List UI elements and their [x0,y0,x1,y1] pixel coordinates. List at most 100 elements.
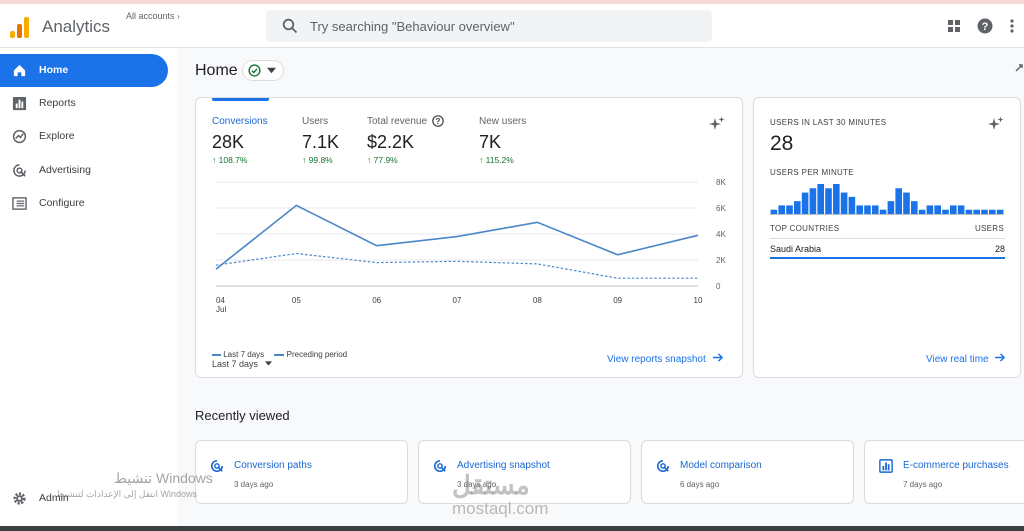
view-real-time-link[interactable]: View real time [926,353,1006,365]
date-range-dropdown[interactable]: Last 7 days [212,353,273,369]
accounts-label: All accounts [126,11,175,21]
advertising-icon [657,459,670,472]
per-minute-bar [856,205,863,214]
line-chart[interactable]: 8K 6K 4K 2K 0 04 05 06 07 08 09 10 Jul [196,174,744,346]
per-minute-bar [934,205,941,214]
metric-label: Users [302,116,329,127]
metric-change-value: 99.8% [308,155,333,165]
search-input[interactable]: Try searching "Behaviour overview" [310,19,515,34]
x-tick-label: 04 [216,296,225,305]
analytics-logo-icon[interactable] [10,16,32,38]
per-minute-bar [879,209,887,214]
x-tick-label: 09 [613,296,622,305]
advertising-icon [13,164,26,177]
arrow-up-icon: ↑ [302,155,309,165]
per-minute-bar [809,188,817,214]
recent-item-time: 6 days ago [680,480,720,489]
y-tick-label: 8K [716,178,726,187]
sidebar-item-advertising[interactable]: Advertising [0,154,168,187]
expand-icon[interactable] [1014,63,1024,73]
recent-item-name: Model comparison [680,460,762,471]
overview-card: Conversions 28K ↑ 108.7% Users 7.1K ↑ 99… [195,97,743,378]
caret-down-icon [265,361,273,366]
sidebar-item-label: Home [39,64,69,76]
svg-text:?: ? [436,117,441,126]
sidebar-item-label: Configure [39,197,85,209]
users-header: USERS [974,224,1004,233]
mostaql-watermark-url: mostaql.com [452,499,549,518]
x-tick-label: 08 [533,296,542,305]
help-icon[interactable]: ? [977,18,993,34]
arrow-up-icon: ↑ [212,155,219,165]
per-minute-bar [989,209,996,214]
link-label: View reports snapshot [607,354,706,365]
insights-sparkle-icon[interactable] [709,116,725,132]
arrow-right-icon [995,353,1006,362]
top-header: Analytics All accounts › Try searching "… [0,4,1024,48]
legend-dashed-swatch [274,353,285,356]
recent-card-model-comparison[interactable]: Model comparison 6 days ago [641,440,854,504]
arrow-up-icon: ↑ [479,155,486,165]
per-minute-bar [825,188,832,214]
metric-change-value: 77.9% [373,155,398,165]
recent-card-ecommerce-purchases[interactable]: E-commerce purchases 7 days ago [864,440,1024,504]
mostaql-watermark-arabic: مستقل [452,470,530,500]
users-per-minute-chart[interactable] [770,184,1004,216]
top-countries-header: TOP COUNTRIES [770,224,840,233]
app-title[interactable]: Analytics [42,17,110,37]
bar-chart-icon [879,459,893,473]
x-tick-label: 06 [372,296,381,305]
windows-activation-subtitle: انتقل إلى الإعدادات لتنشيط Windows [56,489,198,499]
y-tick-label: 2K [716,256,726,265]
country-row[interactable]: Saudi Arabia 28 [770,239,1005,259]
sidebar-item-reports[interactable]: Reports [0,87,168,120]
legend-item-preceding-period: Preceding period [286,350,348,359]
country-users: 28 [994,244,1005,254]
y-tick-label: 4K [716,230,726,239]
recent-card-conversion-paths[interactable]: Conversion paths 3 days ago [195,440,408,504]
realtime-card: USERS IN LAST 30 MINUTES 28 USERS PER MI… [753,97,1021,378]
metric-label: Total revenue [367,116,428,127]
per-minute-bar [942,209,949,214]
view-reports-snapshot-link[interactable]: View reports snapshot [607,353,724,365]
realtime-title: USERS IN LAST 30 MINUTES [770,118,887,127]
sidebar-item-label: Reports [39,97,76,109]
y-tick-label: 0 [716,282,721,291]
series-line-preceding-period [215,252,698,279]
more-vert-icon[interactable] [1005,18,1019,34]
per-minute-bar [887,201,895,214]
metric-value: 7.1K [302,132,340,152]
insights-sparkle-icon[interactable] [988,116,1004,132]
help-outline-icon[interactable]: ? [432,115,444,127]
per-minute-bar [872,205,879,214]
per-minute-bar [801,192,809,214]
metric-change-value: 115.2% [485,155,514,165]
per-minute-bar [840,192,848,214]
per-minute-bar [981,209,988,214]
per-minute-bar [794,201,801,214]
account-selector[interactable]: All accounts › [126,11,180,21]
metric-change-value: 108.7% [218,155,248,165]
arrow-right-icon [712,353,723,362]
per-minute-bar [926,205,934,214]
per-minute-bar [895,188,902,214]
sidebar-item-explore[interactable]: Explore [0,120,168,153]
selected-metric-indicator [212,98,269,101]
sidebar-item-configure[interactable]: Configure [0,187,168,220]
search-bar[interactable]: Try searching "Behaviour overview" [266,10,712,42]
status-dropdown[interactable] [242,60,284,81]
apps-grid-icon[interactable] [946,18,962,34]
advertising-icon [434,459,447,472]
recent-item-name: E-commerce purchases [903,460,1009,471]
explore-icon [12,129,27,144]
per-minute-bar [973,209,980,214]
per-minute-bar [903,192,910,214]
recent-item-name: Conversion paths [234,460,312,471]
recently-viewed-title: Recently viewed [195,408,290,423]
gear-icon [13,492,26,505]
sidebar-item-home[interactable]: Home [0,54,168,87]
per-minute-bar [864,205,871,214]
metric-value: 7K [479,132,502,152]
metric-value: 28K [212,132,245,152]
metric-label: New users [479,116,527,127]
